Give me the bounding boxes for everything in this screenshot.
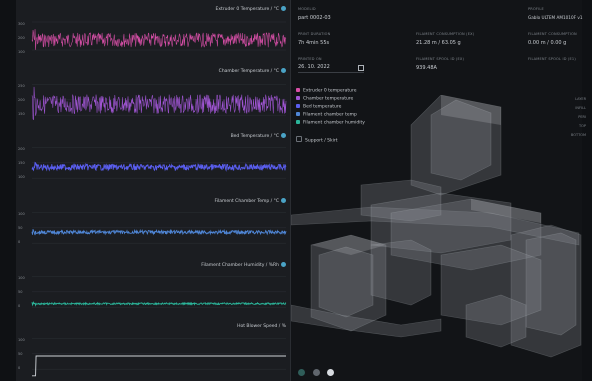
spool-id-1-label: FILAMENT SPOOL ID (EX) bbox=[416, 57, 465, 61]
chart-title: Filament Chamber Temp / °C bbox=[214, 199, 279, 204]
y-tick: 300 bbox=[18, 22, 25, 26]
printed-on-value: 26. 10. 2022 bbox=[298, 64, 330, 70]
filament-consumption-label: FILAMENT CONSUMPTION (EX) bbox=[416, 32, 475, 36]
info-icon[interactable] bbox=[281, 6, 286, 11]
y-tick: 50 bbox=[18, 290, 23, 294]
y-tick: 100 bbox=[18, 212, 25, 216]
checkbox[interactable] bbox=[296, 88, 300, 92]
y-tick: 100 bbox=[18, 276, 25, 280]
y-tick: 50 bbox=[18, 352, 23, 356]
3d-model-viewport[interactable] bbox=[291, 95, 582, 365]
filament-consumption-value: 21.28 m / 63.05 g bbox=[416, 40, 461, 46]
view-mode-cube-icon[interactable] bbox=[327, 369, 334, 376]
y-tick: 100 bbox=[18, 175, 25, 179]
plot-area bbox=[31, 272, 287, 316]
plot-area bbox=[31, 208, 287, 252]
chart-filament-chamber-humidity: Filament Chamber Humidity / %Rh 100 50 0 bbox=[16, 262, 290, 322]
info-icon[interactable] bbox=[281, 68, 286, 73]
chart-hot-blower-speed: Hot Blower Speed / % 100 50 0 bbox=[16, 324, 290, 381]
model-value: part 0002-03 bbox=[298, 15, 331, 21]
chart-extruder-temp: Extruder 0 Temperature / °C 300 200 100 bbox=[16, 6, 290, 64]
y-tick: 0 bbox=[18, 304, 21, 308]
info-icon[interactable] bbox=[281, 133, 286, 138]
chart-bed-temp: Bed Temperature / °C 200 150 100 bbox=[16, 133, 290, 193]
chart-chamber-temp: Chamber Temperature / °C 250 200 150 bbox=[16, 68, 290, 130]
series-line bbox=[31, 29, 287, 50]
printed-on-date-field[interactable]: 26. 10. 2022 bbox=[298, 64, 364, 73]
view-mode-layers-icon[interactable] bbox=[298, 369, 305, 376]
y-tick: 150 bbox=[18, 112, 25, 116]
plot-area bbox=[32, 334, 286, 378]
series-line bbox=[31, 228, 287, 236]
chart-title: Hot Blower Speed / % bbox=[237, 324, 286, 329]
chart-title: Extruder 0 Temperature / °C bbox=[215, 7, 279, 12]
toggle-extruder-temp[interactable]: Extruder 0 temperature bbox=[296, 88, 356, 94]
calendar-icon[interactable] bbox=[358, 65, 364, 71]
y-tick: 200 bbox=[18, 36, 25, 40]
view-mode-solid-icon[interactable] bbox=[313, 369, 320, 376]
y-tick: 200 bbox=[18, 98, 25, 102]
charts-panel: Extruder 0 Temperature / °C 300 200 100 … bbox=[16, 0, 291, 381]
y-tick: 200 bbox=[18, 147, 25, 151]
profile-label: PROFILE bbox=[528, 7, 544, 11]
y-tick: 0 bbox=[18, 240, 21, 244]
chart-filament-chamber-temp: Filament Chamber Temp / °C 100 50 0 bbox=[16, 198, 290, 258]
spool-id-2-label: FILAMENT SPOOL ID (E1) bbox=[528, 57, 576, 61]
plot-area bbox=[31, 143, 287, 187]
plot-area bbox=[31, 80, 287, 124]
plot-area bbox=[31, 18, 287, 58]
spool-id-1-value: 939.48A bbox=[416, 65, 437, 71]
duration-value: 7h 4min 55s bbox=[298, 40, 330, 46]
filament-consumption-2-label: FILAMENT CONSUMPTION bbox=[528, 32, 577, 36]
profile-value: Gablo ULTEM AM1010F v1 bbox=[528, 15, 583, 20]
y-tick: 0 bbox=[18, 366, 21, 370]
y-tick: 50 bbox=[18, 226, 23, 230]
series-line bbox=[31, 86, 287, 121]
y-tick: 150 bbox=[18, 161, 25, 165]
info-icon[interactable] bbox=[281, 198, 286, 203]
series-line bbox=[31, 300, 287, 307]
info-icon[interactable] bbox=[281, 262, 286, 267]
series-line bbox=[31, 161, 287, 172]
y-tick: 100 bbox=[18, 50, 25, 54]
chart-title: Chamber Temperature / °C bbox=[218, 69, 279, 74]
toggle-label: Extruder 0 temperature bbox=[303, 88, 357, 94]
series-line bbox=[32, 355, 286, 377]
y-tick: 250 bbox=[18, 84, 25, 88]
model-label: MODELID bbox=[298, 7, 316, 11]
chart-title: Bed Temperature / °C bbox=[230, 134, 279, 139]
filament-consumption-2-value: 0.00 m / 0.00 g bbox=[528, 40, 567, 46]
chart-title: Filament Chamber Humidity / %Rh bbox=[201, 263, 279, 268]
printed-on-label: PRINTED ON bbox=[298, 57, 322, 61]
y-tick: 100 bbox=[18, 338, 25, 342]
duration-label: PRINT DURATION bbox=[298, 32, 331, 36]
